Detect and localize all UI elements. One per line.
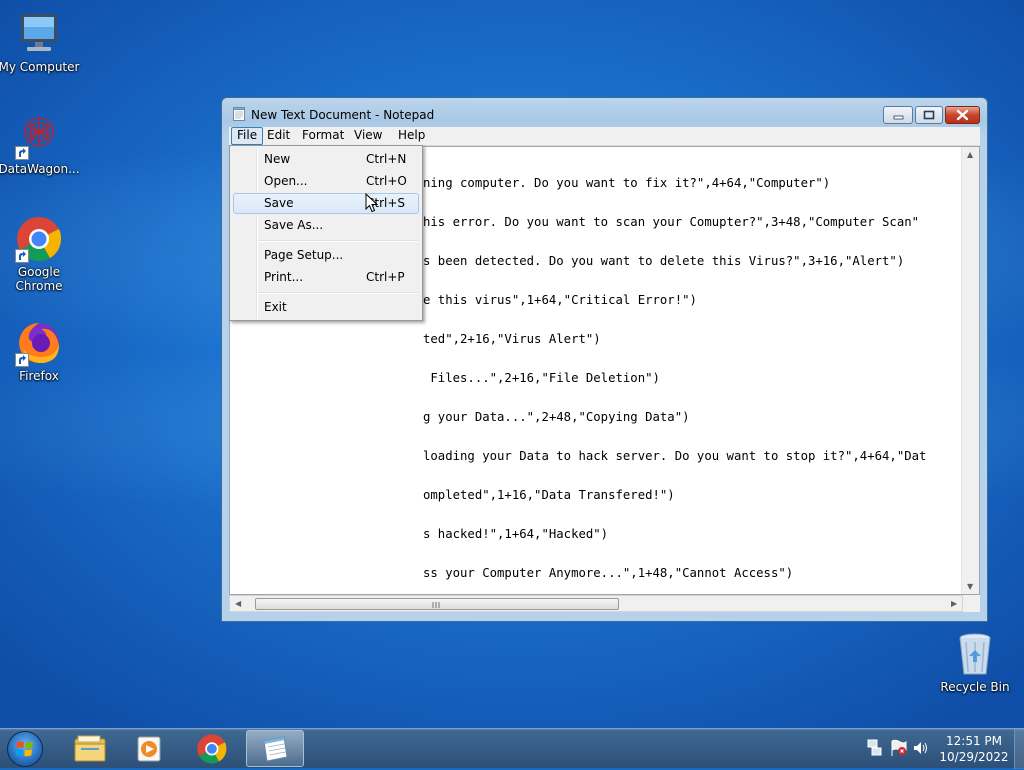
action-center-flag-icon[interactable]	[891, 739, 907, 756]
desktop: My Computer DataWagon... Google Chrome F…	[0, 0, 1024, 728]
notepad-icon	[263, 736, 288, 762]
desktop-icon-datawagon[interactable]: DataWagon...	[0, 112, 81, 176]
menu-edit[interactable]: Edit	[262, 127, 295, 145]
windows-logo-icon	[15, 741, 33, 757]
media-player-icon	[137, 736, 161, 762]
clock-date: 10/29/2022	[939, 750, 1009, 764]
desktop-icon-label: Firefox	[19, 369, 59, 383]
system-tray	[866, 737, 930, 762]
text-line: ss your Computer Anymore...",1+48,"Canno…	[423, 566, 794, 580]
text-line: g your Data...",2+48,"Copying Data")	[423, 410, 690, 424]
menu-item-shortcut: Ctrl+P	[366, 270, 405, 284]
maximize-icon	[923, 110, 935, 120]
minimize-icon	[893, 115, 904, 120]
start-button[interactable]	[7, 731, 43, 767]
text-line: ted",2+16,"Virus Alert")	[423, 332, 601, 346]
shortcut-arrow-icon	[15, 146, 29, 160]
menu-item-label: New	[264, 152, 291, 166]
file-menu-dropdown: New Ctrl+N Open... Ctrl+O Save Ctrl+S Sa…	[229, 145, 423, 321]
scroll-right-arrow-icon[interactable]: ▶	[951, 600, 957, 608]
desktop-icon-label: Google Chrome	[15, 265, 63, 293]
menu-item-save-as[interactable]: Save As...	[233, 215, 419, 236]
menu-item-label: Exit	[264, 300, 287, 314]
desktop-icon-my-computer[interactable]: My Computer	[0, 10, 81, 74]
desktop-icon-label: Recycle Bin	[940, 680, 1010, 694]
minimize-button[interactable]	[883, 106, 913, 124]
grip-icon	[432, 602, 440, 608]
datawagon-icon	[15, 112, 63, 160]
menu-item-label: Print...	[264, 270, 304, 284]
title-bar[interactable]: New Text Document - Notepad	[222, 98, 987, 126]
menu-format[interactable]: Format	[297, 127, 349, 145]
desktop-icon-label: My Computer	[0, 60, 80, 74]
menu-view[interactable]: View	[349, 127, 387, 145]
menu-item-label: Save As...	[264, 218, 324, 232]
menu-item-new[interactable]: New Ctrl+N	[233, 149, 419, 170]
text-line: ompleted",1+16,"Data Transfered!")	[423, 488, 675, 502]
window-title: New Text Document - Notepad	[251, 108, 435, 122]
computer-icon	[15, 10, 63, 58]
menu-bar: File Edit Format View Help	[229, 127, 980, 146]
firefox-icon	[15, 319, 63, 367]
close-button[interactable]	[945, 106, 980, 124]
desktop-icon-label: DataWagon...	[0, 162, 80, 176]
menu-item-label: Page Setup...	[264, 248, 344, 262]
mouse-cursor-icon	[365, 192, 379, 216]
menu-help[interactable]: Help	[393, 127, 430, 145]
scrollbar-corner	[963, 595, 980, 612]
menu-separator	[258, 240, 418, 242]
menu-item-open[interactable]: Open... Ctrl+O	[233, 171, 419, 192]
taskbar: 12:51 PM 10/29/2022	[0, 728, 1024, 769]
show-desktop-button[interactable]	[1014, 729, 1024, 769]
shortcut-arrow-icon	[15, 249, 29, 263]
close-icon	[956, 109, 969, 121]
desktop-icon-firefox[interactable]: Firefox	[0, 319, 81, 383]
menu-item-print[interactable]: Print... Ctrl+P	[233, 267, 419, 288]
menu-item-exit[interactable]: Exit	[233, 297, 419, 318]
menu-item-save[interactable]: Save Ctrl+S	[233, 193, 419, 214]
desktop-icon-google-chrome[interactable]: Google Chrome	[0, 215, 81, 293]
scroll-down-arrow-icon[interactable]: ▼	[967, 583, 973, 591]
vertical-scrollbar[interactable]: ▲ ▼	[961, 147, 979, 594]
recycle-bin-icon	[951, 630, 999, 678]
clock[interactable]: 12:51 PM 10/29/2022	[936, 733, 1012, 765]
volume-icon[interactable]	[914, 742, 927, 754]
network-icon[interactable]	[867, 739, 882, 756]
clock-time: 12:51 PM	[946, 734, 1002, 748]
scroll-left-arrow-icon[interactable]: ◀	[235, 600, 241, 608]
menu-separator	[258, 292, 418, 294]
horizontal-scroll-thumb[interactable]	[255, 598, 619, 610]
horizontal-scrollbar[interactable]: ◀ ▶	[229, 595, 963, 612]
text-line: s hacked!",1+64,"Hacked")	[423, 527, 609, 541]
scroll-up-arrow-icon[interactable]: ▲	[967, 151, 973, 159]
notepad-icon	[233, 107, 245, 121]
menu-item-page-setup[interactable]: Page Setup...	[233, 245, 419, 266]
text-line: loading your Data to hack server. Do you…	[423, 449, 927, 463]
taskbar-chrome[interactable]	[183, 730, 241, 767]
chrome-icon	[197, 734, 227, 764]
text-line: Files...",2+16,"File Deletion")	[423, 371, 660, 385]
menu-file[interactable]: File	[231, 127, 264, 145]
taskbar-media-player[interactable]	[121, 730, 179, 767]
shortcut-arrow-icon	[15, 353, 29, 367]
chrome-icon	[15, 215, 63, 263]
menu-item-shortcut: Ctrl+N	[366, 152, 407, 166]
menu-item-shortcut: Ctrl+O	[366, 174, 407, 188]
menu-item-label: Save	[264, 196, 294, 210]
desktop-icon-recycle-bin[interactable]: Recycle Bin	[933, 630, 1017, 694]
windows-explorer-icon	[74, 735, 106, 762]
taskbar-windows-explorer[interactable]	[61, 730, 119, 767]
taskbar-notepad[interactable]	[246, 730, 304, 767]
menu-item-label: Open...	[264, 174, 308, 188]
maximize-button[interactable]	[915, 106, 943, 124]
